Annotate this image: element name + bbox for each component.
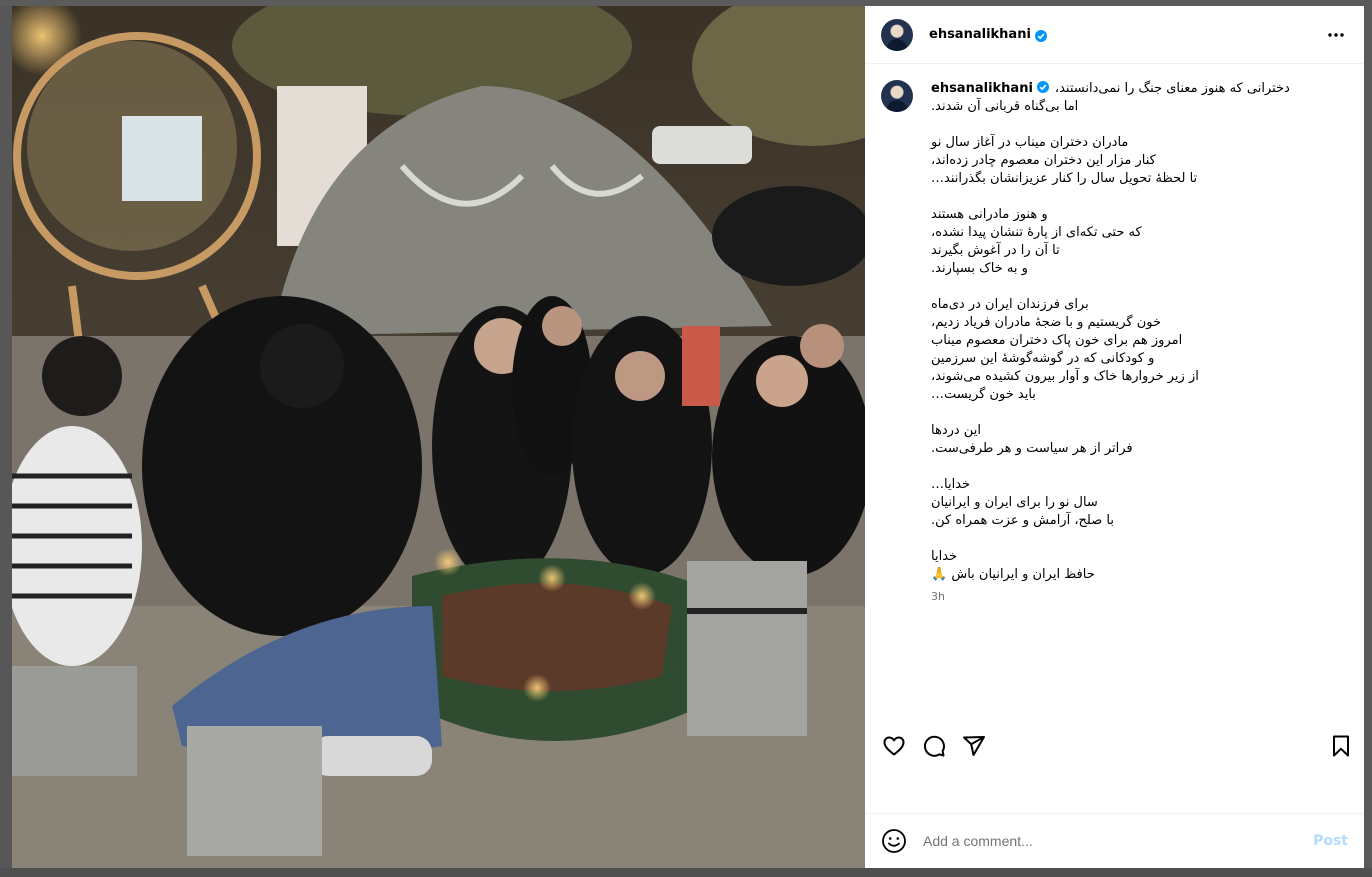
share-icon[interactable] xyxy=(961,733,987,759)
caption-first-line: ehsanalikhani دخترانی که هنوز معنای جنگ … xyxy=(931,80,1290,98)
comment-form: Post xyxy=(865,814,1364,868)
caption-text-first: دخترانی که هنوز معنای جنگ را نمی‌دانستند… xyxy=(1054,81,1290,96)
backdrop-right xyxy=(1364,0,1372,877)
post-modal: ehsanalikhani ehsanalikhani دخترانی که ه… xyxy=(12,6,1364,868)
caption-text-rest: اما بی‌گناه قربانی آن شدند. مادران دخترا… xyxy=(931,99,1199,582)
caption: ehsanalikhani دخترانی که هنوز معنای جنگ … xyxy=(881,80,1348,606)
author-avatar[interactable] xyxy=(881,18,913,51)
backdrop-left xyxy=(0,0,12,877)
bookmark-icon[interactable] xyxy=(1328,733,1354,759)
more-horizontal-icon[interactable] xyxy=(1324,23,1348,47)
post-timestamp[interactable]: 3h xyxy=(931,588,1290,606)
comment-input[interactable] xyxy=(921,832,1314,850)
post-photo[interactable] xyxy=(12,6,865,868)
likes-area xyxy=(865,769,1364,814)
caption-body: ehsanalikhani دخترانی که هنوز معنای جنگ … xyxy=(931,80,1290,606)
comment-icon[interactable] xyxy=(921,733,947,759)
post-header: ehsanalikhani xyxy=(865,6,1364,64)
caption-verified-badge-icon xyxy=(1036,81,1049,93)
comments-area: ehsanalikhani دخترانی که هنوز معنای جنگ … xyxy=(865,64,1364,723)
post-side-panel: ehsanalikhani ehsanalikhani دخترانی که ه… xyxy=(865,6,1364,868)
caption-username[interactable]: ehsanalikhani xyxy=(931,80,1033,98)
caption-avatar[interactable] xyxy=(881,80,913,112)
backdrop-bottom xyxy=(0,868,1372,877)
author-username[interactable]: ehsanalikhani xyxy=(929,27,1031,42)
verified-badge-icon xyxy=(1034,29,1047,42)
heart-icon[interactable] xyxy=(881,733,907,759)
post-comment-button[interactable]: Post xyxy=(1313,833,1348,849)
post-photo-illustration xyxy=(12,6,865,868)
emoji-icon[interactable] xyxy=(881,828,907,854)
action-bar xyxy=(865,723,1364,769)
